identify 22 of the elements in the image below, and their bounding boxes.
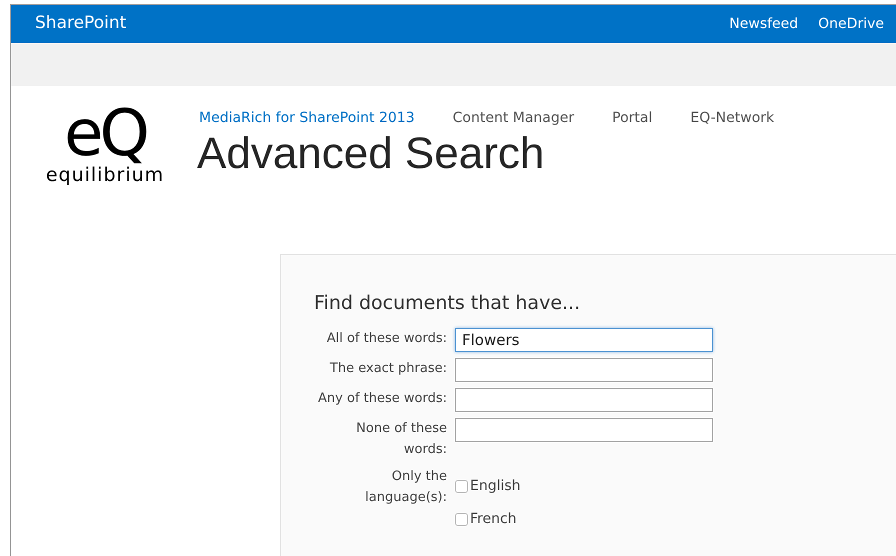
field-label: The exact phrase: <box>328 360 447 378</box>
logo-mark: eQ <box>64 104 146 164</box>
logo-wordmark: equilibrium <box>46 164 164 186</box>
text-field[interactable] <box>455 388 713 412</box>
field-label: Only the language(s): <box>364 468 447 506</box>
text-field[interactable]: Flowers <box>455 328 713 352</box>
field-label: Any of these words: <box>317 390 447 408</box>
page-title: Advanced Search <box>197 129 546 179</box>
checkbox-option[interactable]: English <box>455 476 521 496</box>
form-heading: Find documents that have... <box>314 291 582 316</box>
nav-link[interactable]: EQ-Network <box>690 108 774 129</box>
nav-link[interactable]: Portal <box>612 108 652 129</box>
checkbox-option[interactable]: French <box>455 508 521 530</box>
top-nav-link[interactable]: OneDrive <box>818 14 884 34</box>
nav-link[interactable]: MediaRich for SharePoint 2013 <box>199 108 415 129</box>
text-field[interactable] <box>455 358 713 382</box>
field-label: None of these words: <box>355 420 447 458</box>
brand-link[interactable]: SharePoint <box>35 11 126 37</box>
top-nav-link[interactable]: Newsfeed <box>729 14 798 34</box>
nav-link[interactable]: Content Manager <box>452 108 574 129</box>
field-label: All of these words: <box>326 330 447 348</box>
text-field[interactable] <box>455 418 713 442</box>
